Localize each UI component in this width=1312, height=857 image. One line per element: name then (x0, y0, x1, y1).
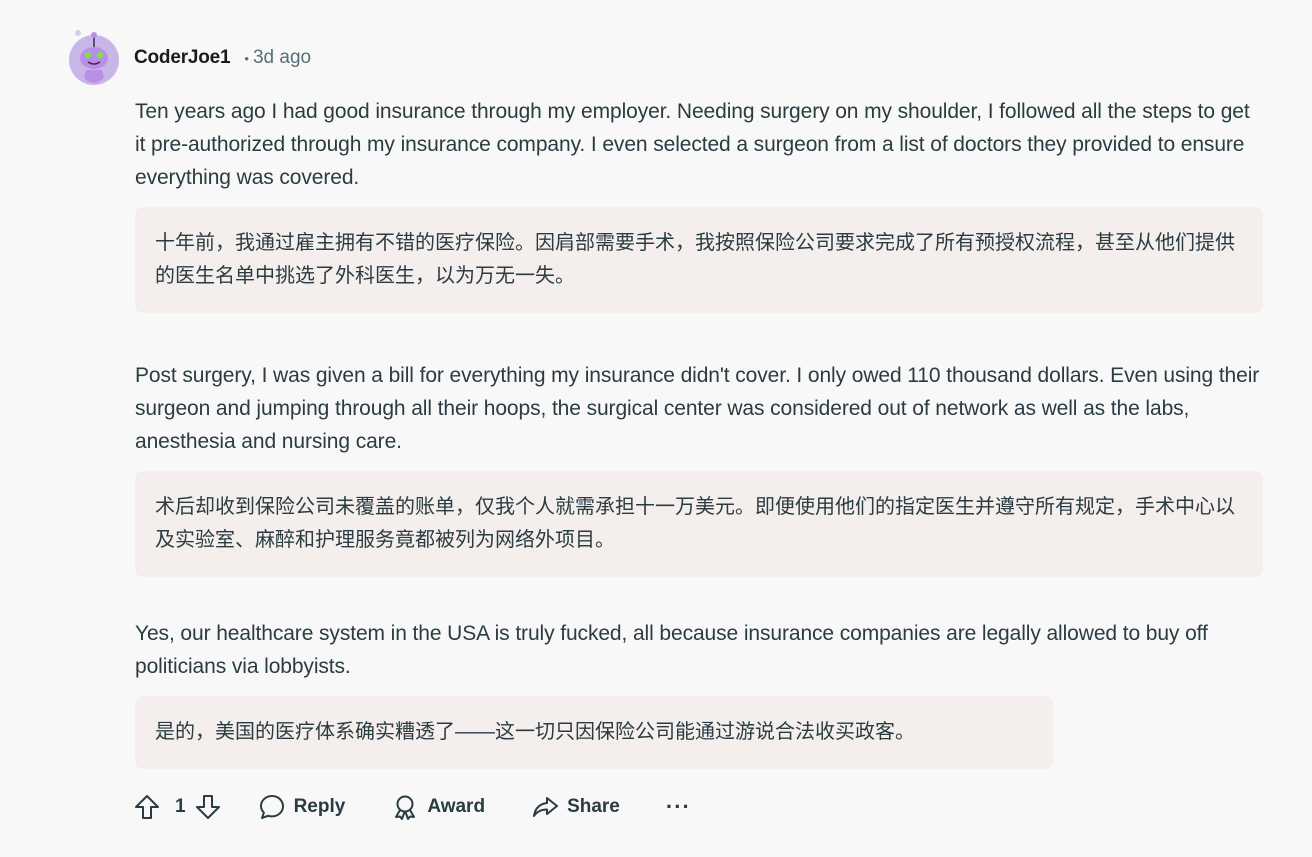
award-label: Award (427, 796, 486, 817)
comment: CoderJoe1 • 3d ago Ten years ago I had g… (0, 0, 1312, 857)
meta-separator: • (244, 50, 249, 66)
comment-paragraph: Yes, our healthcare system in the USA is… (135, 622, 1208, 678)
user-avatar[interactable] (66, 30, 122, 86)
share-arrow-icon (533, 797, 559, 817)
downvote-button[interactable] (194, 793, 222, 821)
vote-count: 1 (175, 796, 186, 817)
comment-body: Ten years ago I had good insurance throu… (135, 95, 1265, 769)
share-button[interactable]: Share (531, 793, 620, 821)
arrow-up-outline-icon (135, 795, 159, 819)
reply-button[interactable]: Reply (258, 793, 346, 821)
translation-block: 十年前，我通过雇主拥有不错的医疗保险。因肩部需要手术，我按照保险公司要求完成了所… (135, 207, 1263, 313)
translation-block: 术后却收到保险公司未覆盖的账单，仅我个人就需承担十一万美元。即便使用他们的指定医… (135, 471, 1263, 577)
author-username[interactable]: CoderJoe1 (134, 47, 231, 69)
comment-action-bar: 1 Reply Award Share ··· (133, 786, 691, 828)
translation-block: 是的，美国的医疗体系确实糟透了——这一切只因保险公司能通过游说合法收买政客。 (135, 696, 1053, 769)
reply-label: Reply (293, 796, 346, 817)
comment-header: CoderJoe1 • 3d ago (66, 30, 311, 86)
comment-paragraph: Post surgery, I was given a bill for eve… (135, 364, 1260, 453)
arrow-down-outline-icon (195, 795, 220, 819)
share-label: Share (567, 796, 620, 817)
more-options-button[interactable]: ··· (666, 794, 691, 820)
more-options-icon: ··· (665, 794, 691, 819)
speech-bubble-icon (259, 795, 284, 819)
award-button[interactable]: Award (391, 793, 485, 821)
snoo-avatar-icon (69, 30, 119, 85)
comment-timestamp[interactable]: 3d ago (253, 47, 311, 69)
upvote-button[interactable] (133, 793, 161, 821)
comment-paragraph: Ten years ago I had good insurance throu… (135, 100, 1250, 189)
award-medal-icon (395, 795, 416, 820)
